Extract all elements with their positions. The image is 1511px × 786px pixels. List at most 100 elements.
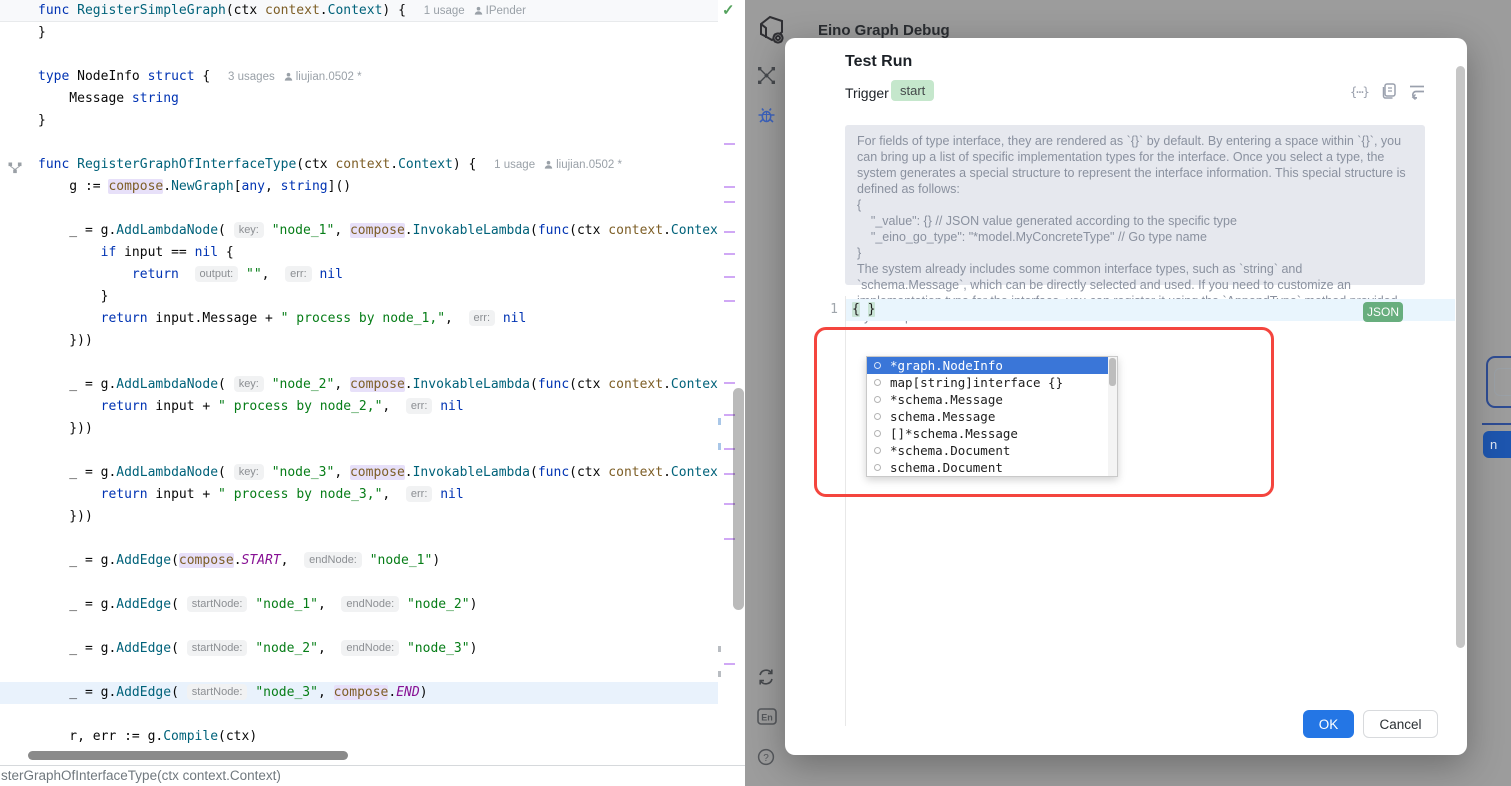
code-line[interactable]: _ = g.AddEdge(compose.START, endNode: "n…: [0, 550, 718, 572]
ok-button[interactable]: OK: [1303, 710, 1354, 738]
dropdown-scrollbar-thumb[interactable]: [1109, 358, 1116, 386]
code-line[interactable]: })): [0, 418, 718, 440]
author-hint[interactable]: IPender: [474, 5, 526, 17]
autocomplete-item[interactable]: *schema.Document: [867, 442, 1117, 459]
usages-hint[interactable]: 1 usage: [424, 5, 465, 17]
code-line[interactable]: })): [0, 506, 718, 528]
type-circle-icon: [874, 396, 881, 403]
editor-code[interactable]: { }: [852, 299, 875, 321]
code-line[interactable]: return input + " process by node_2,", er…: [0, 396, 718, 418]
code-editor-pane[interactable]: func RegisterSimpleGraph(ctx context.Con…: [0, 0, 745, 786]
vertical-scrollbar[interactable]: [733, 388, 744, 610]
code-line[interactable]: [0, 352, 718, 374]
background-test-run-button[interactable]: n: [1483, 431, 1511, 458]
code-line[interactable]: return input + " process by node_3,", er…: [0, 484, 718, 506]
code-line[interactable]: _ = g.AddEdge( startNode: "node_3", comp…: [0, 682, 718, 704]
code-line[interactable]: }: [0, 286, 718, 308]
type-circle-icon: [874, 362, 881, 369]
panel-title: Eino Graph Debug: [818, 22, 950, 39]
language-en-icon[interactable]: En: [757, 708, 777, 730]
type-circle-icon: [874, 413, 881, 420]
inlay-hint: endNode:: [341, 596, 399, 612]
stripe-mark: [724, 201, 735, 203]
horizontal-scrollbar[interactable]: [28, 751, 348, 760]
code-line[interactable]: r, err := g.Compile(ctx): [0, 726, 718, 748]
interface-help-note: For fields of type interface, they are r…: [845, 125, 1425, 285]
stripe-mark: [718, 443, 721, 450]
code-line[interactable]: _ = g.AddLambdaNode( key: "node_3", comp…: [0, 462, 718, 484]
inlay-hint: key:: [234, 464, 264, 480]
code-line[interactable]: return input.Message + " process by node…: [0, 308, 718, 330]
code-line[interactable]: [0, 660, 718, 682]
debug-bug-icon[interactable]: [757, 106, 776, 130]
inlay-hint: err:: [285, 266, 312, 282]
graph-nodes-icon[interactable]: [757, 66, 776, 90]
autocomplete-item[interactable]: schema.Document: [867, 459, 1117, 476]
svg-text:En: En: [761, 713, 773, 723]
code-line[interactable]: [0, 44, 718, 66]
code-line[interactable]: [0, 616, 718, 638]
modal-title: Test Run: [845, 53, 912, 71]
close-brace: }: [868, 302, 876, 317]
code-line[interactable]: if input == nil {: [0, 242, 718, 264]
code-line[interactable]: return output: "", err: nil: [0, 264, 718, 286]
code-line[interactable]: [0, 198, 718, 220]
stripe-mark: [724, 276, 735, 278]
code-line[interactable]: _ = g.AddEdge( startNode: "node_2", endN…: [0, 638, 718, 660]
type-circle-icon: [874, 447, 881, 454]
usages-hint[interactable]: 1 usage: [494, 159, 535, 171]
author-hint[interactable]: liujian.0502 *: [284, 71, 362, 83]
autocomplete-items: *graph.NodeInfomap[string]interface {}*s…: [867, 357, 1117, 476]
code-line[interactable]: func RegisterSimpleGraph(ctx context.Con…: [0, 0, 718, 22]
inlay-hint: endNode:: [341, 640, 399, 656]
screen: func RegisterSimpleGraph(ctx context.Con…: [0, 0, 1511, 786]
code-line[interactable]: [0, 572, 718, 594]
inlay-hint: startNode:: [187, 684, 248, 700]
inlay-hint: output:: [195, 266, 239, 282]
format-braces-icon[interactable]: {⋯}: [1350, 82, 1370, 102]
author-hint[interactable]: liujian.0502 *: [544, 159, 622, 171]
inlay-hint: err:: [406, 398, 433, 414]
open-brace: {: [852, 302, 860, 317]
cancel-button[interactable]: Cancel: [1363, 710, 1438, 738]
autocomplete-item[interactable]: schema.Message: [867, 408, 1117, 425]
autocomplete-item[interactable]: []*schema.Message: [867, 425, 1117, 442]
stripe-mark: [718, 418, 721, 425]
copy-icon[interactable]: [1380, 82, 1400, 102]
code-line[interactable]: _ = g.AddEdge( startNode: "node_1", endN…: [0, 594, 718, 616]
type-circle-icon: [874, 464, 881, 471]
inlay-hint: endNode:: [304, 552, 362, 568]
code-line[interactable]: [0, 528, 718, 550]
code-line[interactable]: _ = g.AddLambdaNode( key: "node_1", comp…: [0, 220, 718, 242]
error-stripe[interactable]: [716, 0, 745, 745]
code-line[interactable]: })): [0, 330, 718, 352]
wrap-return-icon[interactable]: [1408, 82, 1428, 102]
code-line[interactable]: [0, 704, 718, 726]
trigger-node-badge: start: [891, 80, 934, 101]
code-lines: func RegisterSimpleGraph(ctx context.Con…: [0, 0, 745, 748]
usages-hint[interactable]: 3 usages: [228, 71, 275, 83]
inlay-hint: err:: [406, 486, 433, 502]
autocomplete-item[interactable]: map[string]interface {}: [867, 374, 1117, 391]
code-line[interactable]: type NodeInfo struct { 3 usagesliujian.0…: [0, 66, 718, 88]
dropdown-scrollbar-track[interactable]: [1108, 357, 1117, 476]
autocomplete-item[interactable]: *graph.NodeInfo: [867, 357, 1117, 374]
code-line[interactable]: [0, 132, 718, 154]
test-run-modal: Test Run Trigger node start {⋯} For fiel…: [785, 38, 1467, 755]
stripe-mark: [724, 663, 735, 665]
code-line[interactable]: g := compose.NewGraph[any, string](): [0, 176, 718, 198]
graph-run-gutter-icon[interactable]: [8, 160, 22, 176]
refresh-icon[interactable]: [757, 668, 775, 691]
code-line[interactable]: Message string: [0, 88, 718, 110]
json-input-editor[interactable]: 1 { } JSON *graph.NodeInfomap[string]int…: [785, 296, 1467, 728]
code-line[interactable]: func RegisterGraphOfInterfaceType(ctx co…: [0, 154, 718, 176]
code-line[interactable]: }: [0, 110, 718, 132]
autocomplete-item[interactable]: *schema.Message: [867, 391, 1117, 408]
code-line[interactable]: }: [0, 22, 718, 44]
help-icon[interactable]: ?: [757, 748, 775, 771]
modal-scrollbar[interactable]: [1456, 66, 1465, 648]
stripe-mark: [724, 231, 735, 233]
code-line[interactable]: _ = g.AddLambdaNode( key: "node_2", comp…: [0, 374, 718, 396]
eino-logo: [757, 14, 787, 51]
code-line[interactable]: [0, 440, 718, 462]
